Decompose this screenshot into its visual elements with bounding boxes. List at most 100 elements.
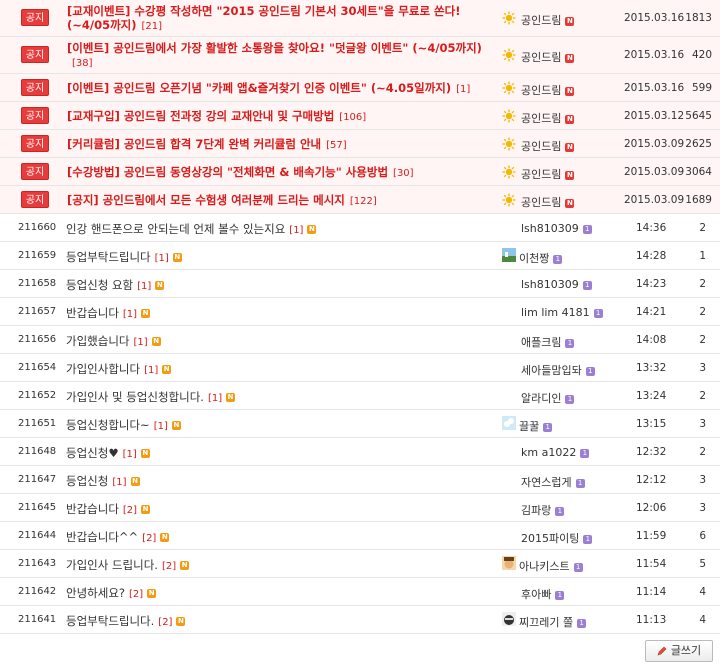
- author[interactable]: 공인드림 N: [521, 110, 575, 126]
- post-title[interactable]: 반갑습니다 [2] N: [66, 501, 151, 517]
- notice-title-link[interactable]: [공지] 공인드림에서 모든 수험생 여러분께 드리는 메시지: [67, 193, 345, 207]
- notice-row[interactable]: 공지 [이벤트] 공인드림 오픈기념 "카페 앱&즐겨찾기 인증 이벤트" (~4…: [0, 74, 720, 102]
- notice-title-link[interactable]: [교재이벤트] 수강평 작성하면 "2015 공인드림 기본서 30세트"을 무…: [67, 4, 460, 32]
- author[interactable]: 공인드림 N: [521, 138, 575, 154]
- notice-row[interactable]: 공지 [수강방법] 공인드림 동영상강의 "전체화면 & 배속기능" 사용방법 [3…: [0, 158, 720, 186]
- author[interactable]: 끌꿀 1: [519, 418, 553, 434]
- notice-title[interactable]: [교재이벤트] 수강평 작성하면 "2015 공인드림 기본서 30세트"을 무…: [67, 4, 497, 34]
- author[interactable]: 찌끄레기 쫄1: [519, 614, 587, 630]
- post-title[interactable]: 등업부탁드립니다. [2] N: [66, 613, 186, 629]
- post-title-text[interactable]: 등업신청합니다~: [66, 418, 150, 432]
- author[interactable]: 공인드림 N: [521, 49, 575, 65]
- comment-count[interactable]: [1]: [112, 477, 126, 488]
- author[interactable]: 공인드림 N: [521, 194, 575, 210]
- notice-row[interactable]: 공지 [공지] 공인드림에서 모든 수험생 여러분께 드리는 메시지 [122] 공인…: [0, 186, 720, 214]
- post-title-text[interactable]: 안녕하세요?: [66, 586, 125, 600]
- post-title[interactable]: 가입인사 드립니다. [2] N: [66, 557, 190, 573]
- post-title-text[interactable]: 등업신청 요함: [66, 278, 133, 292]
- comment-count[interactable]: [1]: [154, 421, 168, 432]
- comment-count[interactable]: [2]: [123, 505, 137, 516]
- notice-row[interactable]: 공지 [커리큘럼] 공인드림 합격 7단계 완벽 커리큘럼 안내 [57] 공인드림 N…: [0, 130, 720, 158]
- post-title-text[interactable]: 가입인사합니다: [66, 362, 140, 376]
- post-title[interactable]: 등업신청 요함 [1] N: [66, 277, 165, 293]
- comment-count[interactable]: [1]: [123, 309, 137, 320]
- notice-title-link[interactable]: [교재구입] 공인드림 전과정 강의 교재안내 및 구매방법: [67, 109, 334, 123]
- post-title-text[interactable]: 반갑습니다^^: [66, 530, 138, 544]
- author[interactable]: 공인드림 N: [521, 166, 575, 182]
- comment-count[interactable]: [2]: [129, 589, 143, 600]
- notice-row[interactable]: 공지 [이벤트] 공인드림에서 가장 활발한 소통왕을 찾아요! "덧글왕 이벤트…: [0, 37, 720, 74]
- author[interactable]: 자연스럽게 1: [521, 474, 585, 490]
- notice-title-link[interactable]: [이벤트] 공인드림 오픈기념 "카페 앱&즐겨찾기 인증 이벤트" (~4.0…: [67, 81, 451, 95]
- comment-count[interactable]: [2]: [158, 617, 172, 628]
- post-title[interactable]: 등업신청♥ [1] N: [66, 445, 150, 461]
- author[interactable]: 김파랑 1: [521, 502, 565, 518]
- notice-row[interactable]: 공지 [교재이벤트] 수강평 작성하면 "2015 공인드림 기본서 30세트"을…: [0, 0, 720, 37]
- post-title[interactable]: 등업부탁드립니다 [1] N: [66, 249, 182, 265]
- table-row[interactable]: 211642 안녕하세요? [2] N 후아빠 1 11:14 4: [0, 578, 720, 606]
- table-row[interactable]: 211643 가입인사 드립니다. [2] N 아나키스트 1 11:54 5: [0, 550, 720, 578]
- table-row[interactable]: 211659 등업부탁드립니다 [1] N 이천짱 1 14:28 1: [0, 242, 720, 270]
- post-title[interactable]: 가입인사 및 등업신청합니다. [1] N: [66, 389, 236, 405]
- notice-title[interactable]: [이벤트] 공인드림에서 가장 활발한 소통왕을 찾아요! "덧글왕 이벤트" …: [67, 41, 497, 71]
- post-title-text[interactable]: 가입했습니다: [66, 334, 129, 348]
- table-row[interactable]: 211648 등업신청♥ [1] Nkm a1022 1 12:32 2: [0, 438, 720, 466]
- post-title-text[interactable]: 등업신청: [66, 474, 108, 488]
- post-title[interactable]: 인강 핸드폰으로 안되는데 언제 볼수 있는지요 [1] N: [66, 221, 317, 237]
- table-row[interactable]: 211641 등업부탁드립니다. [2] N 찌끄레기 쫄 1 11:13 4: [0, 606, 720, 634]
- post-title-text[interactable]: 등업부탁드립니다.: [66, 614, 154, 628]
- table-row[interactable]: 211647 등업신청 [1] N 자연스럽게 1 12:12 3: [0, 466, 720, 494]
- post-title-text[interactable]: 인강 핸드폰으로 안되는데 언제 볼수 있는지요: [66, 222, 285, 236]
- comment-count[interactable]: [1]: [137, 281, 151, 292]
- post-title-text[interactable]: 등업신청♥: [66, 446, 119, 460]
- table-row[interactable]: 211651 등업신청합니다~ [1] N 끌꿀 1 13:15 3: [0, 410, 720, 438]
- post-title[interactable]: 등업신청 [1] N: [66, 473, 140, 489]
- notice-title[interactable]: [이벤트] 공인드림 오픈기념 "카페 앱&즐겨찾기 인증 이벤트" (~4.0…: [67, 81, 497, 97]
- table-row[interactable]: 211657 반갑습니다 [1] Nlim lim 4181 1 14:21 2: [0, 298, 720, 326]
- author[interactable]: 애플크림 1: [521, 334, 575, 350]
- write-button[interactable]: 글쓰기: [645, 640, 713, 662]
- post-title[interactable]: 등업신청합니다~ [1] N: [66, 417, 181, 433]
- notice-title-link[interactable]: [이벤트] 공인드림에서 가장 활발한 소통왕을 찾아요! "덧글왕 이벤트" …: [67, 41, 482, 55]
- author[interactable]: 2015파이팅 1: [521, 530, 593, 546]
- comment-count[interactable]: [1]: [155, 253, 169, 264]
- post-title-text[interactable]: 가입인사 드립니다.: [66, 558, 158, 572]
- table-row[interactable]: 211645 반갑습니다 [2] N 김파랑 1 12:06 3: [0, 494, 720, 522]
- notice-title-link[interactable]: [커리큘럼] 공인드림 합격 7단계 완벽 커리큘럼 안내: [67, 137, 321, 151]
- author[interactable]: 알라디인 1: [521, 390, 575, 406]
- table-row[interactable]: 211652 가입인사 및 등업신청합니다. [1] N 알라디인 1 13:24 2: [0, 382, 720, 410]
- comment-count[interactable]: [1]: [144, 365, 158, 376]
- author[interactable]: 이천짱 1: [519, 250, 563, 266]
- notice-row[interactable]: 공지 [교재구입] 공인드림 전과정 강의 교재안내 및 구매방법 [106] 공인드…: [0, 102, 720, 130]
- comment-count[interactable]: [2]: [142, 533, 156, 544]
- post-title-text[interactable]: 가입인사 및 등업신청합니다.: [66, 390, 204, 404]
- author[interactable]: lsh810309 1: [521, 278, 592, 291]
- author[interactable]: lim lim 4181 1: [521, 306, 603, 319]
- author[interactable]: km a1022 1: [521, 446, 590, 459]
- post-title[interactable]: 반갑습니다 [1] N: [66, 305, 151, 321]
- table-row[interactable]: 211656 가입했습니다 [1] N 애플크림 1 14:08 2: [0, 326, 720, 354]
- notice-title-link[interactable]: [수강방법] 공인드림 동영상강의 "전체화면 & 배속기능" 사용방법: [67, 165, 388, 179]
- table-row[interactable]: 211644 반갑습니다^^ [2] N 2015파이팅 1 11:59 6: [0, 522, 720, 550]
- comment-count[interactable]: [1]: [208, 393, 222, 404]
- notice-title[interactable]: [교재구입] 공인드림 전과정 강의 교재안내 및 구매방법 [106]: [67, 109, 497, 125]
- post-title-text[interactable]: 반갑습니다: [66, 306, 119, 320]
- notice-title[interactable]: [공지] 공인드림에서 모든 수험생 여러분께 드리는 메시지 [122]: [67, 193, 497, 209]
- notice-title[interactable]: [커리큘럼] 공인드림 합격 7단계 완벽 커리큘럼 안내 [57]: [67, 137, 497, 153]
- author[interactable]: 후아빠 1: [521, 586, 565, 602]
- author[interactable]: 공인드림 N: [521, 82, 575, 98]
- notice-title[interactable]: [수강방법] 공인드림 동영상강의 "전체화면 & 배속기능" 사용방법 [30]: [67, 165, 497, 181]
- comment-count[interactable]: [2]: [162, 561, 176, 572]
- author[interactable]: 공인드림 N: [521, 12, 575, 28]
- post-title-text[interactable]: 등업부탁드립니다: [66, 250, 151, 264]
- comment-count[interactable]: [1]: [133, 337, 147, 348]
- post-title[interactable]: 안녕하세요? [2] N: [66, 585, 157, 601]
- author[interactable]: lsh810309 1: [521, 222, 592, 235]
- comment-count[interactable]: [1]: [289, 225, 303, 236]
- post-title-text[interactable]: 반갑습니다: [66, 502, 119, 516]
- post-title[interactable]: 가입했습니다 [1] N: [66, 333, 161, 349]
- post-title[interactable]: 반갑습니다^^ [2] N: [66, 529, 170, 545]
- table-row[interactable]: 211660 인강 핸드폰으로 안되는데 언제 볼수 있는지요 [1] Nlsh810…: [0, 214, 720, 242]
- post-title[interactable]: 가입인사합니다 [1] N: [66, 361, 172, 377]
- comment-count[interactable]: [1]: [123, 449, 137, 460]
